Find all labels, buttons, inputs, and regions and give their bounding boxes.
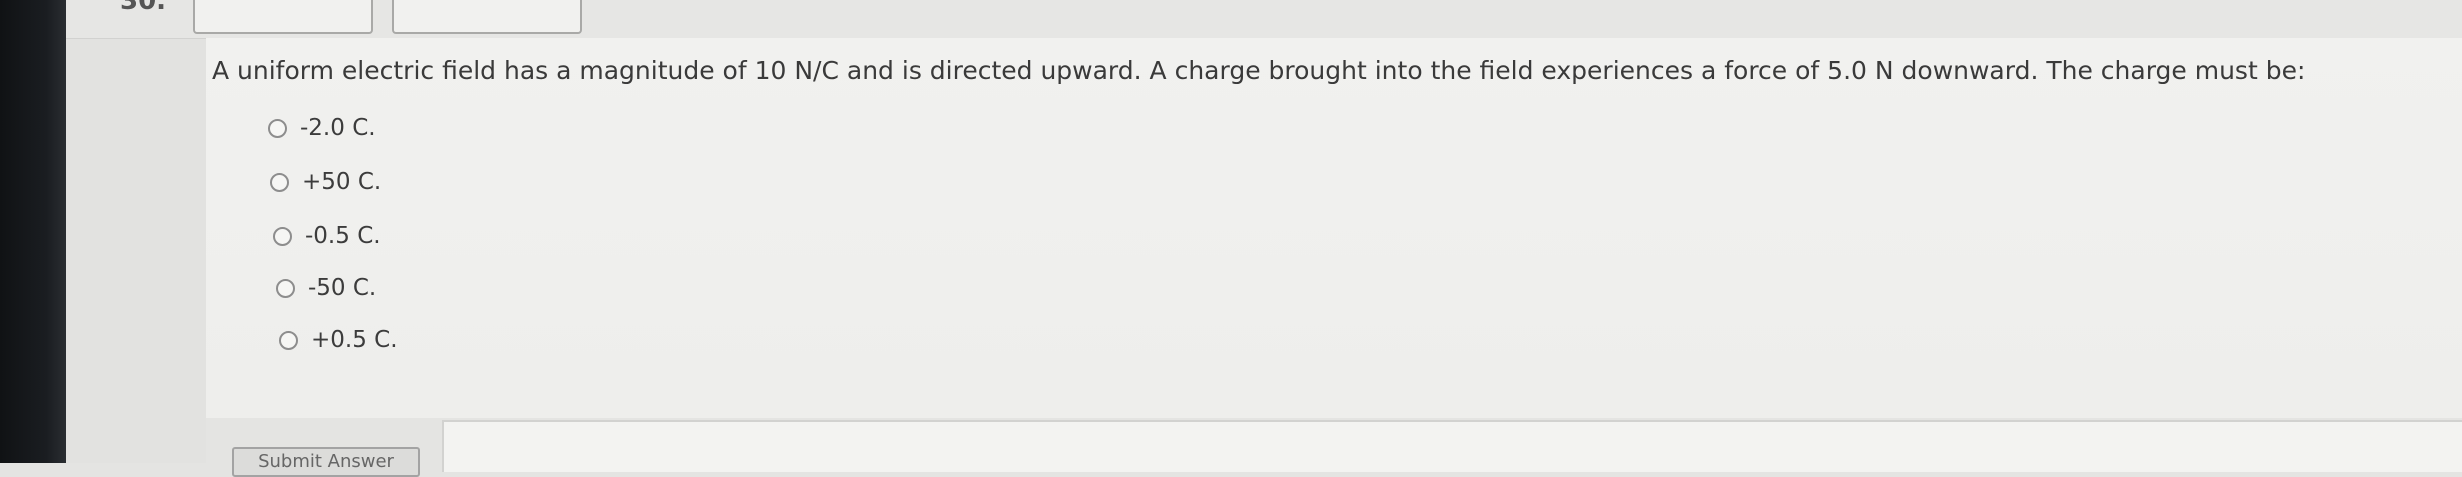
option-label: -0.5 C. <box>305 223 381 249</box>
my-notes-button[interactable] <box>392 0 582 34</box>
option-label: +0.5 C. <box>311 327 398 353</box>
question-header: 30. <box>66 0 2462 39</box>
option-label: -50 C. <box>308 275 377 301</box>
left-margin <box>66 0 206 463</box>
option-label: +50 C. <box>302 169 382 195</box>
details-button[interactable] <box>193 0 373 34</box>
question-number: 30. <box>120 0 167 16</box>
question-text: A uniform electric field has a magnitude… <box>212 56 2306 85</box>
answer-option-4[interactable]: -50 C. <box>276 268 376 308</box>
answer-option-3[interactable]: -0.5 C. <box>273 216 381 256</box>
radio-button-icon[interactable] <box>273 226 292 246</box>
answer-area <box>442 420 2462 472</box>
option-label: -2.0 C. <box>300 115 376 141</box>
answer-option-2[interactable]: +50 C. <box>270 162 381 202</box>
radio-button-icon[interactable] <box>270 172 289 192</box>
screen-bezel <box>0 0 66 463</box>
submit-answer-button[interactable]: Submit Answer <box>232 447 420 477</box>
question-card <box>206 38 2462 418</box>
answer-option-5[interactable]: +0.5 C. <box>279 320 398 360</box>
answer-option-1[interactable]: -2.0 C. <box>268 108 376 148</box>
radio-button-icon[interactable] <box>279 330 298 350</box>
radio-button-icon[interactable] <box>276 278 295 298</box>
radio-button-icon[interactable] <box>268 118 287 138</box>
